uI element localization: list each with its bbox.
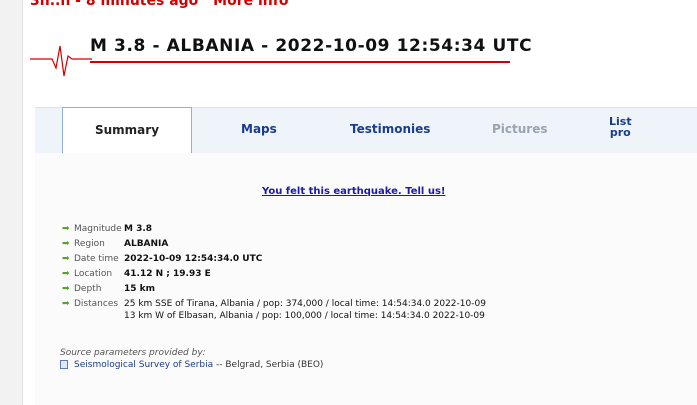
seismogram-icon <box>30 45 92 77</box>
alert-text: 3h..n - 8 minutes ago <box>30 0 199 9</box>
source-line: Seismological Survey of Serbia -- Belgra… <box>60 360 323 370</box>
location-value: 41.12 N ; 19.93 E <box>124 269 211 279</box>
datetime-label: Date time <box>74 254 119 264</box>
tab-summary[interactable]: Summary <box>62 107 192 154</box>
magnitude-label: Magnitude <box>74 224 122 234</box>
depth-label: Depth <box>74 284 102 294</box>
arrow-icon: ➡ <box>62 284 70 294</box>
felt-earthquake-link[interactable]: You felt this earthquake. Tell us! <box>262 186 445 197</box>
location-label: Location <box>74 269 113 279</box>
tab-bar: Summary Maps Testimonies Pictures List p… <box>35 107 697 154</box>
datetime-value: 2022-10-09 12:54:34.0 UTC <box>124 254 263 264</box>
tab-maps[interactable]: Maps <box>241 122 277 136</box>
tab-summary-label: Summary <box>94 123 160 137</box>
detail-row: ➡ Region ALBANIA <box>62 238 486 250</box>
tab-testimonies[interactable]: Testimonies <box>350 122 430 136</box>
region-value: ALBANIA <box>124 239 169 249</box>
event-title: M 3.8 - ALBANIA - 2022-10-09 12:54:34 UT… <box>90 36 533 56</box>
arrow-icon: ➡ <box>62 224 70 234</box>
distances-label: Distances <box>74 299 119 309</box>
distance-line-2: 13 km W of Elbasan, Albania / pop: 100,0… <box>124 311 485 321</box>
detail-row: ➡ Depth 15 km <box>62 283 486 295</box>
agency-location: -- Belgrad, Serbia (BEO) <box>213 360 324 370</box>
magnitude-value: M 3.8 <box>124 224 153 234</box>
arrow-icon: ➡ <box>62 299 70 309</box>
event-header: M 3.8 - ALBANIA - 2022-10-09 12:54:34 UT… <box>30 28 533 88</box>
arrow-icon: ➡ <box>62 239 70 249</box>
region-label: Region <box>74 239 105 249</box>
detail-row: ➡ Distances 25 km SSE of Tirana, Albania… <box>62 298 486 322</box>
depth-value: 15 km <box>124 284 156 294</box>
alert-banner: 3h..n - 8 minutes ago More info <box>30 0 288 9</box>
arrow-icon: ➡ <box>62 254 70 264</box>
tab-list-line2: pro <box>609 126 631 139</box>
more-info-link[interactable]: More info <box>213 0 288 9</box>
detail-row: ➡ Date time 2022-10-09 12:54:34.0 UTC <box>62 253 486 265</box>
arrow-icon: ➡ <box>62 269 70 279</box>
event-details: ➡ Magnitude M 3.8 ➡ Region ALBANIA ➡ Dat… <box>62 223 486 325</box>
distance-line-1: 25 km SSE of Tirana, Albania / pop: 374,… <box>124 299 486 309</box>
detail-row: ➡ Location 41.12 N ; 19.93 E <box>62 268 486 280</box>
distances-value: 25 km SSE of Tirana, Albania / pop: 374,… <box>124 298 486 322</box>
tab-list[interactable]: List pro <box>609 116 632 138</box>
left-margin <box>0 0 23 405</box>
source-label: Source parameters provided by: <box>60 348 206 358</box>
title-underline <box>90 61 510 63</box>
tab-pictures[interactable]: Pictures <box>492 122 548 136</box>
agency-link[interactable]: Seismological Survey of Serbia <box>74 360 213 370</box>
detail-row: ➡ Magnitude M 3.8 <box>62 223 486 235</box>
document-icon <box>60 360 68 369</box>
